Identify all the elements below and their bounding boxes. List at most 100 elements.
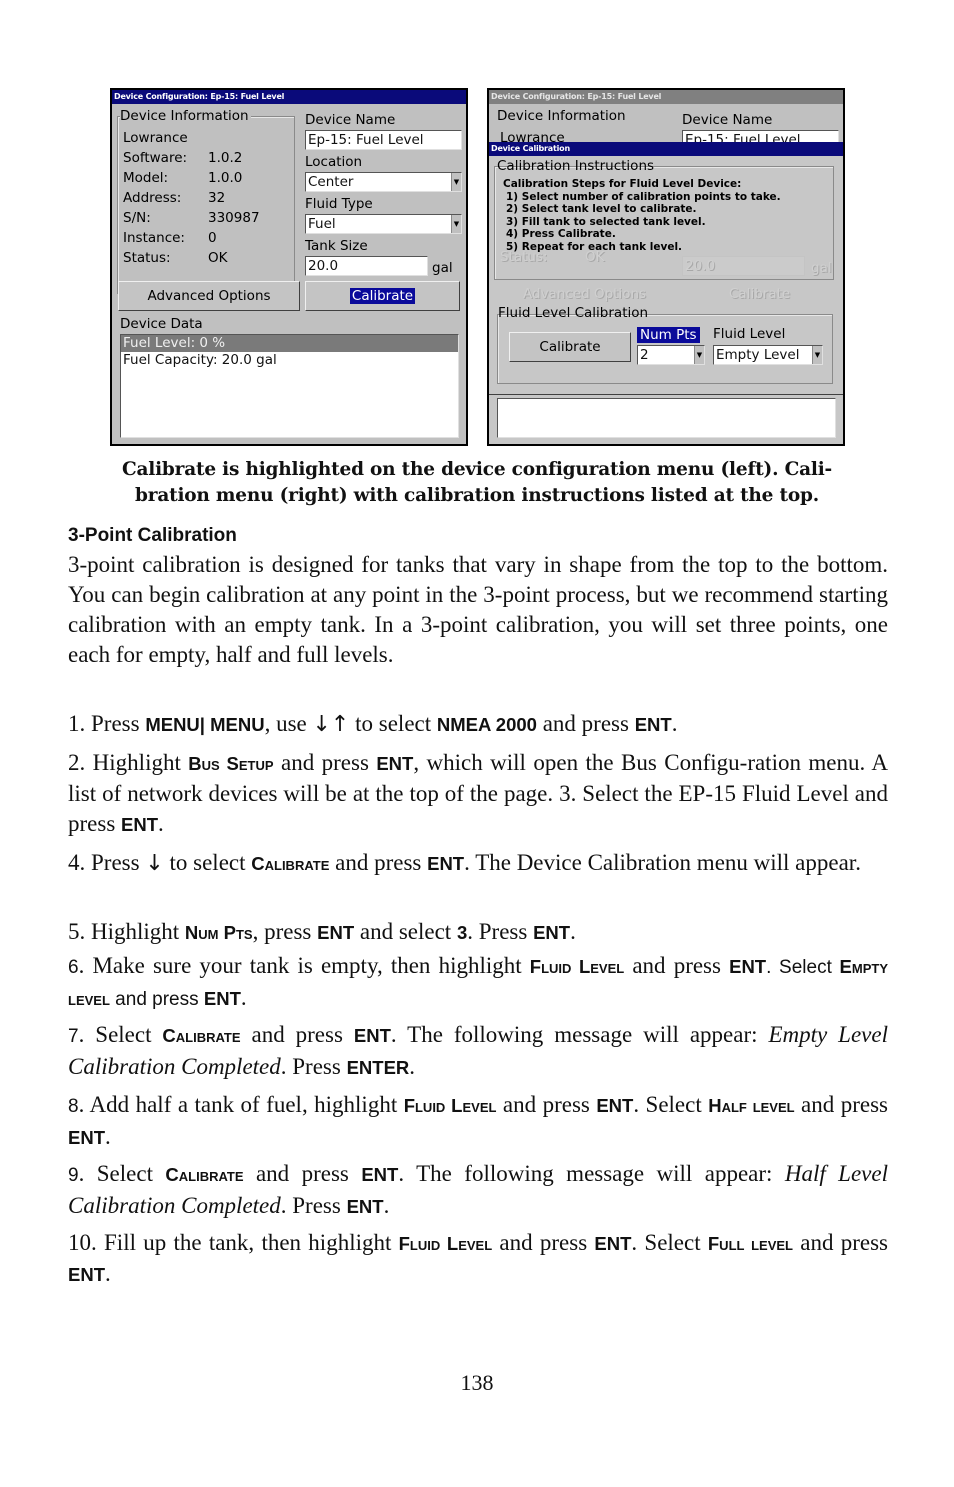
key-name: ENT: [68, 1127, 105, 1148]
info-key-address: Address:: [123, 190, 182, 206]
step-text: .: [158, 811, 164, 836]
advanced-options-button[interactable]: Advanced Options: [118, 281, 300, 311]
step-text: 5. Highlight: [68, 919, 185, 944]
key-name: ENT: [634, 714, 672, 735]
step-text: to select: [163, 850, 252, 875]
num-pts-select[interactable]: 2 ▼: [637, 345, 705, 365]
figure-caption: Calibrate is highlighted on the device c…: [62, 457, 892, 509]
intro-paragraph: 3-point calibration is designed for tank…: [68, 552, 888, 667]
step-text: 4. Press: [68, 850, 146, 875]
step-number: 9: [68, 1165, 79, 1186]
instruction-step-4: 4) Press Calibrate.: [506, 228, 616, 241]
dropdown-arrow-icon[interactable]: ▼: [451, 173, 461, 191]
step-text: . Press: [280, 1193, 347, 1218]
key-name: ENT: [533, 922, 571, 943]
window-title: Device Configuration: Ep-15: Fuel Level: [112, 90, 466, 104]
calibration-instructions-label: Calibration Instructions: [497, 158, 655, 174]
step-text: 2. Highlight: [68, 750, 189, 775]
list-item-fuel-capacity[interactable]: Fuel Capacity: 20.0 gal: [121, 352, 458, 369]
dialog-calibrate-button[interactable]: Calibrate: [509, 332, 631, 362]
step-text: .: [671, 711, 678, 736]
key-name: ENT: [346, 1196, 384, 1217]
location-label: Location: [305, 154, 363, 170]
step-text: 10. Fill up the tank, then highlight: [68, 1230, 399, 1255]
step-text: and press: [329, 850, 428, 875]
step-8: 8. Add half a tank of fuel, highlight Fl…: [68, 1090, 888, 1153]
step-text: and press: [624, 953, 730, 978]
step-text: , use: [264, 711, 313, 736]
step-text: . Add half a tank of fuel, highlight: [78, 1092, 404, 1117]
step-text: .: [105, 1124, 111, 1149]
key-name: MENU| MENU: [145, 714, 265, 735]
fluid-level-select[interactable]: Empty Level ▼: [713, 345, 823, 365]
info-key-instance: Instance:: [123, 230, 185, 246]
location-select[interactable]: Center ▼: [305, 172, 462, 192]
num-pts-label: Num Pts: [637, 327, 700, 343]
calibrate-button[interactable]: Calibrate: [305, 281, 460, 311]
step-text: and press: [243, 1161, 362, 1186]
key-name: ENT: [596, 1095, 634, 1116]
background-configuration-window: Device Configuration: Ep-15: Fuel Level …: [489, 90, 843, 444]
device-data-label: Device Data: [120, 316, 203, 332]
list-item-fuel-level[interactable]: Fuel Level: 0 %: [121, 335, 458, 352]
step-text: and press: [492, 1230, 595, 1255]
device-data-list[interactable]: Fuel Level: 0 % Fuel Capacity: 20.0 gal: [120, 334, 459, 438]
menu-name: Bus Setup: [188, 753, 274, 774]
step-text: .: [105, 1261, 111, 1286]
step-text: to select: [349, 711, 437, 736]
key-name: ENTER: [346, 1057, 410, 1078]
menu-name: Num Pts: [184, 922, 253, 943]
page-number: 138: [460, 1370, 494, 1395]
key-name: ENT: [353, 1025, 391, 1046]
dropdown-arrow-icon[interactable]: ▼: [694, 346, 704, 364]
step-text: and press: [273, 750, 377, 775]
step-4: 4. Press ↓ to select Calibrate and press…: [68, 848, 888, 879]
fluid-type-label: Fluid Type: [305, 196, 373, 212]
step-text: and select: [354, 919, 457, 944]
status-message-area: [497, 398, 836, 438]
step-text: .: [240, 985, 247, 1010]
key-name: ENT: [376, 753, 414, 774]
fluid-type-select[interactable]: Fuel ▼: [305, 214, 462, 234]
fluid-type-value: Fuel: [308, 216, 336, 232]
section-heading: 3-Point Calibration: [68, 525, 237, 546]
menu-name: Calibrate: [251, 853, 330, 874]
device-name-input[interactable]: Ep-15: Fuel Level: [305, 130, 462, 150]
info-value-software: 1.0.2: [208, 150, 243, 166]
dropdown-arrow-icon[interactable]: ▼: [451, 215, 461, 233]
background-device-info-label: Device Information: [497, 108, 626, 124]
menu-name: Calibrate: [162, 1025, 241, 1046]
dropdown-arrow-icon[interactable]: ▼: [812, 346, 822, 364]
key-name: ENT: [121, 814, 159, 835]
step-text: .: [409, 1054, 416, 1079]
key-name: ENT: [361, 1164, 399, 1185]
device-name-label: Device Name: [305, 112, 396, 128]
step-number: 8: [68, 1096, 79, 1117]
manufacturer-text: Lowrance: [123, 130, 188, 146]
key-name: ENT: [427, 853, 465, 874]
step-text: . Press: [280, 1054, 347, 1079]
instruction-step-2: 2) Select tank level to calibrate.: [506, 203, 697, 216]
menu-name: Fluid Level: [403, 1095, 497, 1116]
step-text: . The Device Calibration menu will appea…: [464, 850, 861, 875]
step-10: 10. Fill up the tank, then highlight Flu…: [68, 1228, 888, 1290]
step-text: , press: [252, 919, 318, 944]
step-6: 6. Make sure your tank is empty, then hi…: [68, 951, 888, 1015]
menu-name: Calibrate: [165, 1164, 244, 1185]
info-value-serial: 330987: [208, 210, 260, 226]
background-calibrate: Calibrate: [729, 286, 791, 302]
fluid-level-label: Fluid Level: [713, 326, 786, 342]
step-text: and press: [793, 1230, 888, 1255]
num-pts-value: 2: [640, 347, 649, 363]
tank-size-input[interactable]: 20.0: [305, 256, 428, 276]
caption-line-2: bration menu (right) with calibration in…: [135, 485, 819, 506]
step-text: and press: [109, 989, 204, 1010]
menu-name: Fluid Level: [398, 1233, 493, 1254]
instruction-step-3: 3) Fill tank to selected tank level.: [506, 215, 706, 228]
step-1: 1. Press MENU| MENU, use ↓↑ to select NM…: [68, 709, 888, 740]
dialog-title: Device Calibration: [489, 142, 843, 156]
device-calibration-dialog: Device Calibration Status: OK 20.0 gal A…: [489, 142, 843, 444]
step-text: .: [570, 919, 576, 944]
tank-size-label: Tank Size: [305, 238, 368, 254]
menu-name: Fluid Level: [529, 956, 625, 977]
